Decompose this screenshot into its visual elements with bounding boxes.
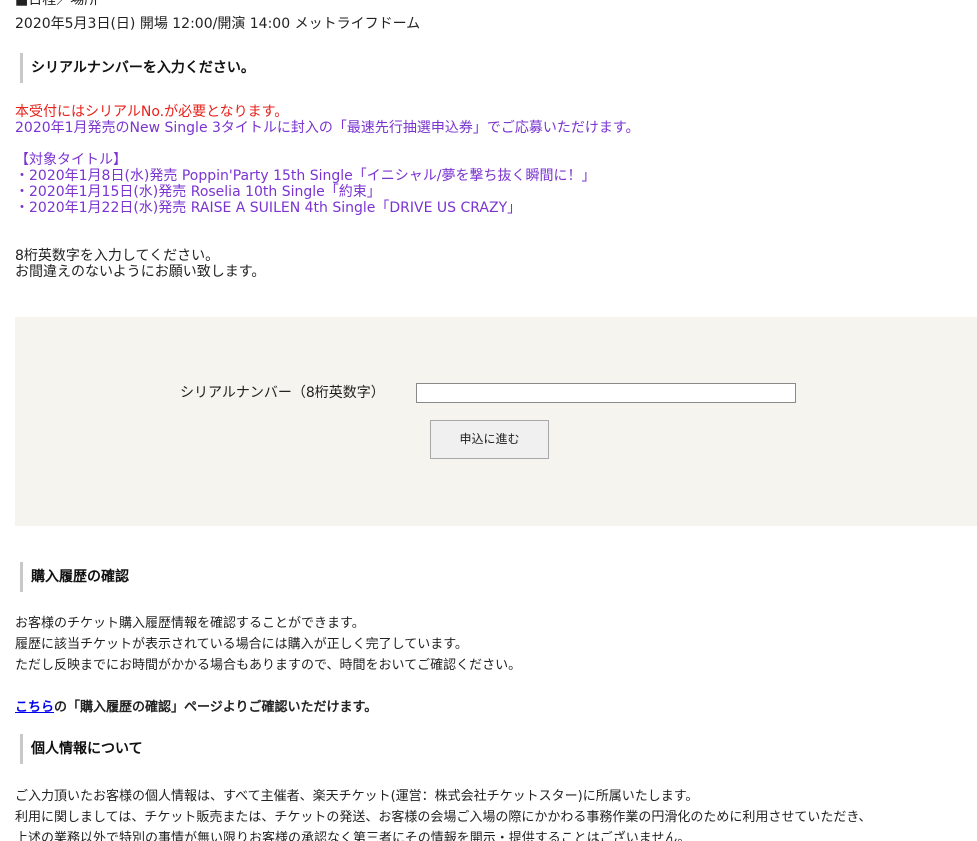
target-title-item: ・2020年1月15日(水)発売 Roselia 10th Single「約束」 [15,184,381,200]
proceed-to-application-button[interactable]: 申込に進む [430,420,549,459]
schedule-header: ■日程／場所 [15,0,99,8]
privacy-text-line: 上述の業務以外で特別の事情が無い限りお客様の承認なく第三者にその情報を開示・提供… [15,831,691,841]
history-link-suffix: の「購入履歴の確認」ページよりご確認いただけます。 [54,700,378,715]
history-text-line: お客様のチケット購入履歴情報を確認することができます。 [15,616,365,631]
schedule-line: 2020年5月3日(日) 開場 12:00/開演 14:00 メットライフドーム [15,16,421,32]
history-text-line: 履歴に該当チケットが表示されている場合には購入が正しく完了しています。 [15,637,468,652]
target-titles-header: 【対象タイトル】 [15,152,127,168]
history-link-line: こちらの「購入履歴の確認」ページよりご確認いただけます。 [15,700,377,716]
page: ■日程／場所 2020年5月3日(日) 開場 12:00/開演 14:00 メッ… [0,0,977,841]
history-page-link[interactable]: こちら [15,700,54,715]
serial-caution: お間違えのないようにお願い致します。 [15,264,266,280]
serial-number-input[interactable] [416,383,796,403]
application-ticket-notice: 2020年1月発売のNew Single 3タイトルに封入の「最速先行抽選申込券… [15,120,640,136]
privacy-text-line: 利用に関しましては、チケット販売または、チケットの発送、お客様の会場ご入場の際に… [15,810,872,825]
serial-required-notice: 本受付にはシリアルNo.が必要となります。 [15,104,289,120]
serial-instruction: 8桁英数字を入力してください。 [15,248,220,264]
serial-number-label: シリアルナンバー（8桁英数字） [180,385,385,401]
serial-section-heading: シリアルナンバーを入力ください。 [20,53,255,83]
history-section-heading: 購入履歴の確認 [20,562,129,592]
privacy-text-line: ご入力頂いたお客様の個人情報は、すべて主催者、楽天チケット(運営：株式会社チケッ… [15,789,699,804]
target-title-item: ・2020年1月22日(水)発売 RAISE A SUILEN 4th Sing… [15,200,522,216]
history-text-line: ただし反映までにお時間がかかる場合もありますので、時間をおいてご確認ください。 [15,658,522,673]
target-title-item: ・2020年1月8日(水)発売 Poppin'Party 15th Single… [15,168,596,184]
privacy-section-heading: 個人情報について [20,734,143,764]
